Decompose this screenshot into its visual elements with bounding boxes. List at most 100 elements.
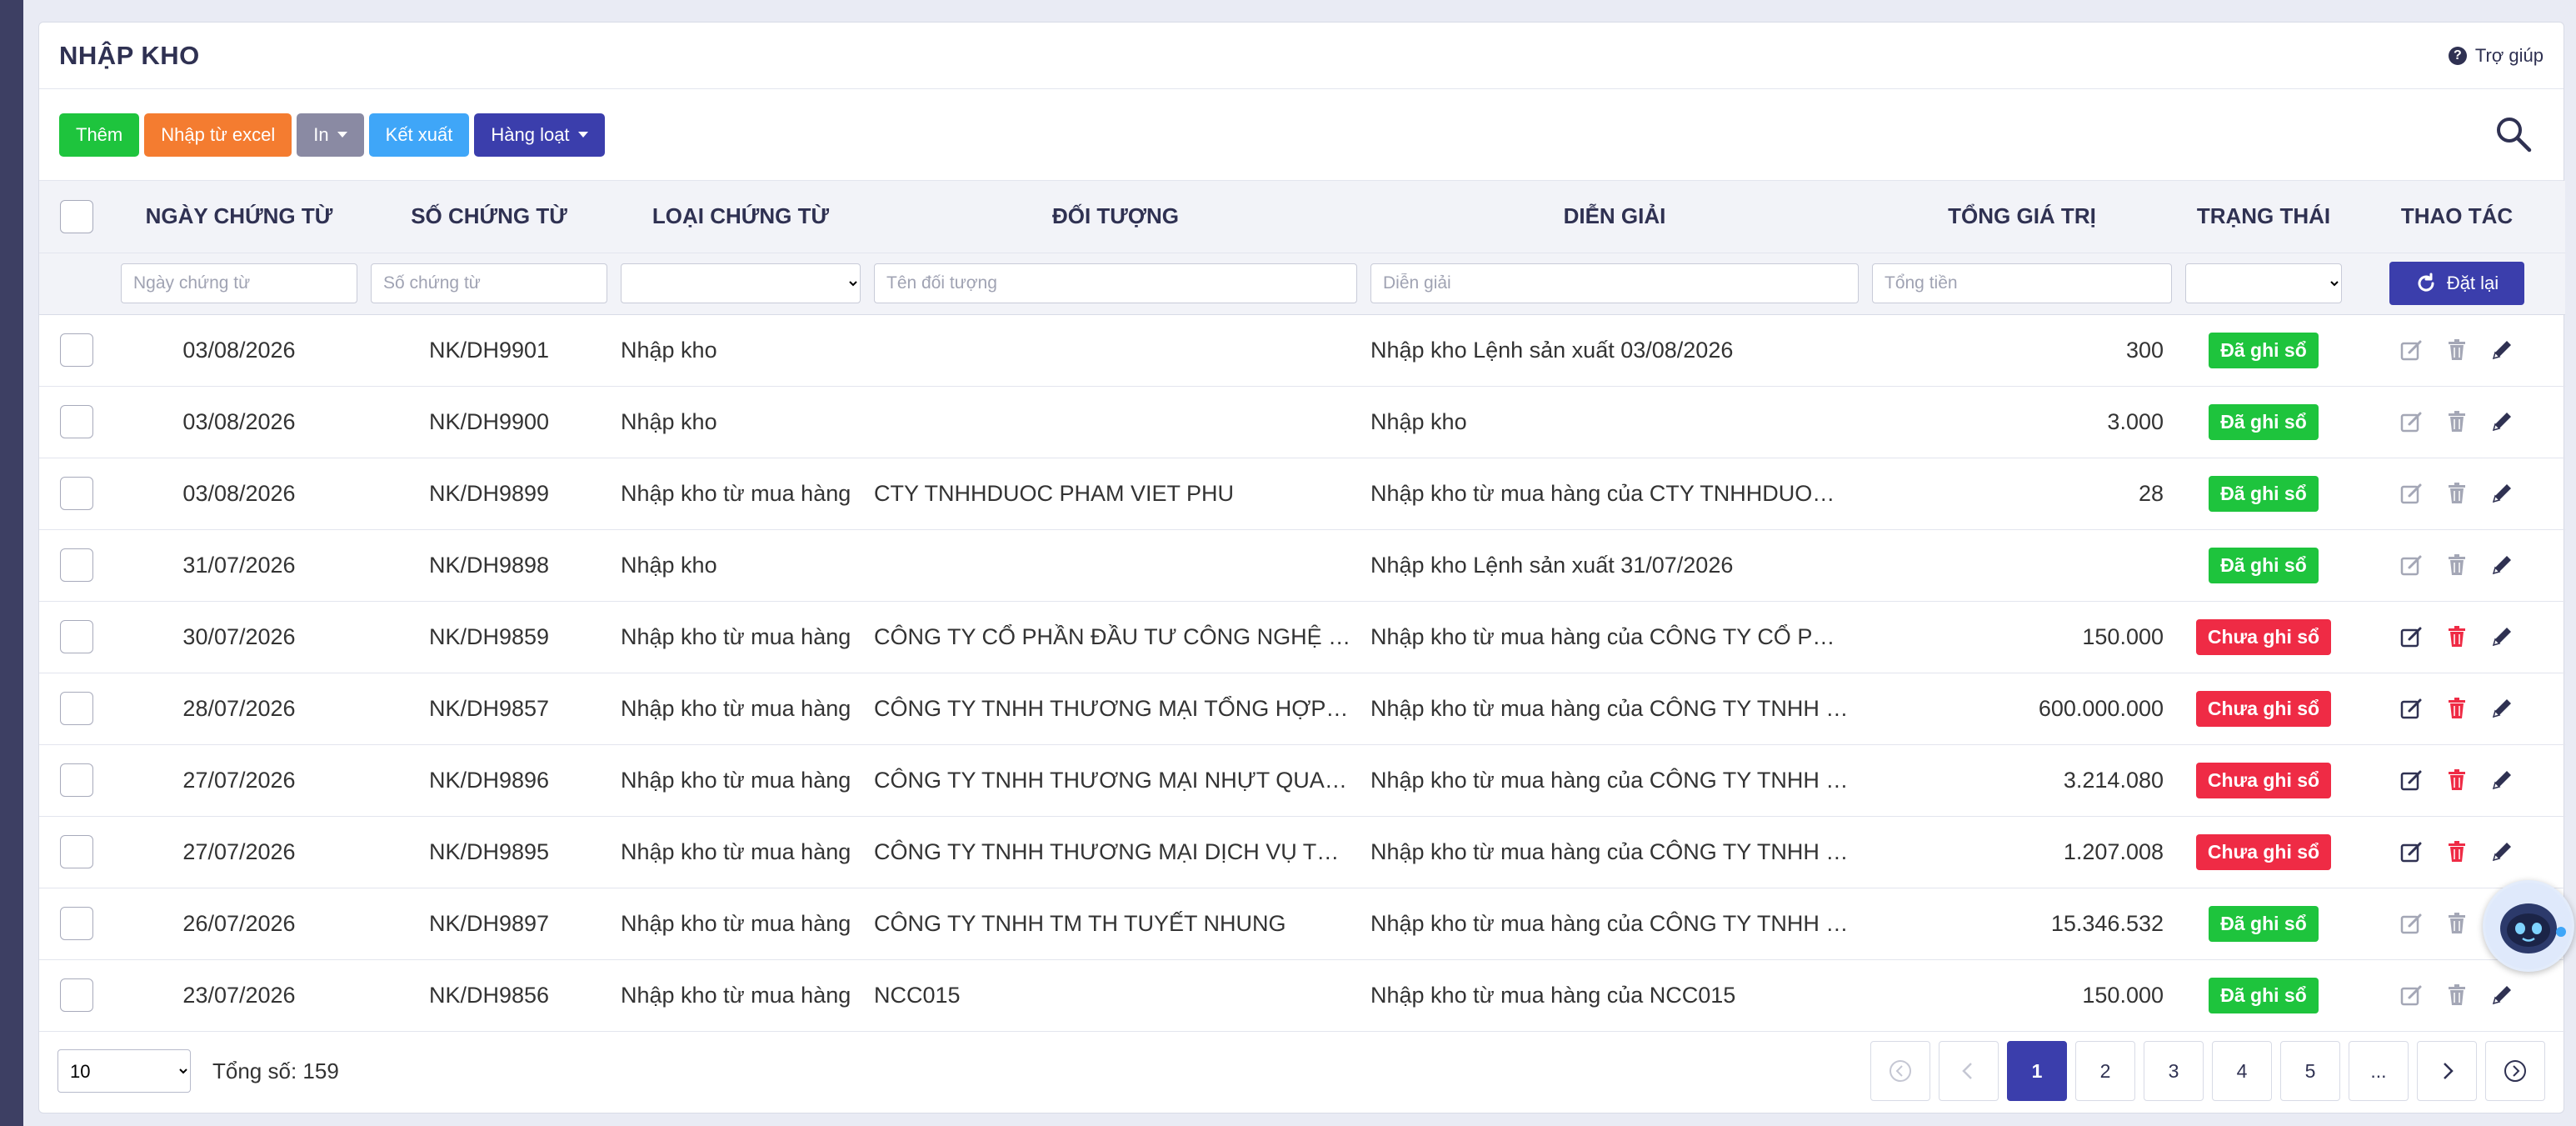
row-checkbox[interactable] <box>60 620 93 653</box>
edit-icon[interactable] <box>2399 911 2424 936</box>
first-page-button[interactable] <box>1870 1041 1930 1101</box>
export-button[interactable]: Kết xuất <box>368 113 470 157</box>
print-dropdown-button[interactable]: In <box>297 113 364 157</box>
row-checkbox[interactable] <box>60 835 93 868</box>
row-checkbox[interactable] <box>60 477 93 510</box>
batch-dropdown-button[interactable]: Hàng loạt <box>474 113 605 157</box>
page-button-5[interactable]: 5 <box>2280 1041 2340 1101</box>
pencil-icon[interactable] <box>2489 624 2514 649</box>
table-row[interactable]: 27/07/2026 NK/DH9895 Nhập kho từ mua hàng C… <box>39 816 2565 888</box>
next-page-button[interactable] <box>2417 1041 2477 1101</box>
edit-icon[interactable] <box>2399 696 2424 721</box>
voucher-table: NGÀY CHỨNG TỪ SỐ CHỨNG TỪ LOẠI CHỨNG TỪ … <box>39 181 2565 1032</box>
date-filter-input[interactable] <box>121 263 357 303</box>
search-icon[interactable] <box>2494 114 2534 154</box>
col-header-date[interactable]: NGÀY CHỨNG TỪ <box>114 181 364 253</box>
col-header-total[interactable]: TỔNG GIÁ TRỊ <box>1865 181 2179 253</box>
trash-icon[interactable] <box>2444 553 2469 578</box>
total-filter-input[interactable] <box>1872 263 2172 303</box>
table-row[interactable]: 23/07/2026 NK/DH9856 Nhập kho từ mua hàng N… <box>39 959 2565 1031</box>
pencil-icon[interactable] <box>2489 839 2514 864</box>
select-all-checkbox[interactable] <box>60 199 93 233</box>
description-filter-input[interactable] <box>1370 263 1859 303</box>
trash-icon[interactable] <box>2444 409 2469 434</box>
row-checkbox[interactable] <box>60 763 93 797</box>
table-row[interactable]: 30/07/2026 NK/DH9859 Nhập kho từ mua hàng C… <box>39 601 2565 673</box>
pencil-icon[interactable] <box>2489 768 2514 793</box>
cell-number[interactable]: NK/DH9859 <box>364 601 614 673</box>
edit-icon[interactable] <box>2399 338 2424 363</box>
pencil-icon[interactable] <box>2489 983 2514 1008</box>
table-row[interactable]: 27/07/2026 NK/DH9896 Nhập kho từ mua hàng C… <box>39 744 2565 816</box>
page-ellipsis[interactable]: ... <box>2349 1041 2409 1101</box>
col-header-status[interactable]: TRẠNG THÁI <box>2179 181 2349 253</box>
import-excel-button[interactable]: Nhập từ excel <box>144 113 292 157</box>
trash-icon[interactable] <box>2444 338 2469 363</box>
table-row[interactable]: 31/07/2026 NK/DH9898 Nhập kho Nhập kho Lệnh… <box>39 529 2565 601</box>
table-row[interactable]: 03/08/2026 NK/DH9899 Nhập kho từ mua hàng C… <box>39 458 2565 529</box>
last-page-button[interactable] <box>2485 1041 2545 1101</box>
cell-number[interactable]: NK/DH9901 <box>364 314 614 386</box>
trash-icon[interactable] <box>2444 839 2469 864</box>
col-header-description[interactable]: DIỄN GIẢI <box>1364 181 1865 253</box>
add-button[interactable]: Thêm <box>59 113 140 157</box>
pencil-icon[interactable] <box>2489 338 2514 363</box>
page-button-3[interactable]: 3 <box>2144 1041 2204 1101</box>
edit-icon[interactable] <box>2399 839 2424 864</box>
pencil-icon[interactable] <box>2489 409 2514 434</box>
pencil-icon[interactable] <box>2489 696 2514 721</box>
page-size-select[interactable]: 10 <box>57 1049 191 1093</box>
cell-number[interactable]: NK/DH9899 <box>364 458 614 529</box>
cell-type: Nhập kho từ mua hàng <box>621 767 851 793</box>
cell-number[interactable]: NK/DH9897 <box>364 888 614 959</box>
trash-icon[interactable] <box>2444 983 2469 1008</box>
pencil-icon[interactable] <box>2489 481 2514 506</box>
page-button-2[interactable]: 2 <box>2075 1041 2135 1101</box>
table-row[interactable]: 26/07/2026 NK/DH9897 Nhập kho từ mua hàng C… <box>39 888 2565 959</box>
cell-number[interactable]: NK/DH9857 <box>364 673 614 744</box>
col-header-partner[interactable]: ĐỐI TƯỢNG <box>867 181 1364 253</box>
trash-icon[interactable] <box>2444 481 2469 506</box>
trash-icon[interactable] <box>2444 768 2469 793</box>
help-link[interactable]: ? Trợ giúp <box>2448 45 2544 67</box>
edit-icon[interactable] <box>2399 624 2424 649</box>
cell-number[interactable]: NK/DH9898 <box>364 529 614 601</box>
edit-icon[interactable] <box>2399 409 2424 434</box>
prev-page-button[interactable] <box>1939 1041 1999 1101</box>
number-filter-input[interactable] <box>371 263 607 303</box>
edit-icon[interactable] <box>2399 768 2424 793</box>
row-checkbox[interactable] <box>60 548 93 582</box>
edit-icon[interactable] <box>2399 983 2424 1008</box>
page-button-4[interactable]: 4 <box>2212 1041 2272 1101</box>
type-filter-select[interactable] <box>621 263 861 303</box>
col-header-type[interactable]: LOẠI CHỨNG TỪ <box>614 181 867 253</box>
status-filter-select[interactable] <box>2185 263 2342 303</box>
cell-number[interactable]: NK/DH9900 <box>364 386 614 458</box>
edit-icon[interactable] <box>2399 481 2424 506</box>
reset-button[interactable]: Đặt lại <box>2389 262 2524 305</box>
table-header-row: NGÀY CHỨNG TỪ SỐ CHỨNG TỪ LOẠI CHỨNG TỪ … <box>39 181 2565 253</box>
partner-filter-input[interactable] <box>874 263 1357 303</box>
edit-icon[interactable] <box>2399 553 2424 578</box>
cell-number[interactable]: NK/DH9896 <box>364 744 614 816</box>
row-checkbox[interactable] <box>60 333 93 367</box>
trash-icon[interactable] <box>2444 696 2469 721</box>
cell-number[interactable]: NK/DH9895 <box>364 816 614 888</box>
status-badge: Chưa ghi sổ <box>2195 833 2332 870</box>
trash-icon[interactable] <box>2444 624 2469 649</box>
table-row[interactable]: 03/08/2026 NK/DH9900 Nhập kho Nhập kho 3.000… <box>39 386 2565 458</box>
cell-partner <box>867 529 1364 601</box>
table-row[interactable]: 03/08/2026 NK/DH9901 Nhập kho Nhập kho Lệnh… <box>39 314 2565 386</box>
row-checkbox[interactable] <box>60 907 93 940</box>
chatbot-robot-icon[interactable] <box>2483 880 2574 972</box>
col-header-number[interactable]: SỐ CHỨNG TỪ <box>364 181 614 253</box>
pencil-icon[interactable] <box>2489 553 2514 578</box>
page-button-1[interactable]: 1 <box>2007 1041 2067 1101</box>
row-checkbox[interactable] <box>60 692 93 725</box>
cell-number[interactable]: NK/DH9856 <box>364 959 614 1031</box>
row-checkbox[interactable] <box>60 978 93 1012</box>
status-badge: Đã ghi sổ <box>2209 905 2319 942</box>
row-checkbox[interactable] <box>60 405 93 438</box>
trash-icon[interactable] <box>2444 911 2469 936</box>
table-row[interactable]: 28/07/2026 NK/DH9857 Nhập kho từ mua hàng C… <box>39 673 2565 744</box>
